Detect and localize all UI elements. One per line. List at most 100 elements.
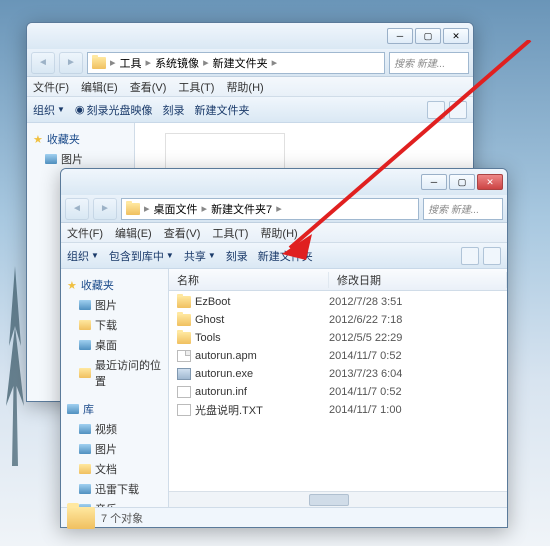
sidebar-item-videos[interactable]: 视频: [65, 419, 164, 439]
menu-tools[interactable]: 工具(T): [212, 225, 248, 241]
tool-burn[interactable]: 刻录: [226, 248, 248, 264]
menu-help[interactable]: 帮助(H): [260, 225, 297, 241]
sidebar-item-downloads[interactable]: 下载: [65, 315, 164, 335]
file-name: autorun.apm: [195, 350, 257, 362]
file-icon: [177, 350, 191, 362]
file-date: 2012/6/22 7:18: [329, 314, 507, 326]
toolbar: 组织 ▼ ◉ 刻录光盘映像 刻录 新建文件夹: [27, 97, 473, 123]
sidebar-item-pictures[interactable]: 图片: [65, 295, 164, 315]
menu-help[interactable]: 帮助(H): [226, 79, 263, 95]
sidebar-item-desktop[interactable]: 桌面: [65, 335, 164, 355]
folder-icon: [177, 296, 191, 308]
horizontal-scrollbar[interactable]: [169, 491, 507, 507]
inf-icon: [177, 386, 191, 398]
menu-bar: 文件(F) 编辑(E) 查看(V) 工具(T) 帮助(H): [27, 77, 473, 97]
sidebar-favorites[interactable]: ★收藏夹: [31, 129, 130, 149]
maximize-button[interactable]: ▢: [449, 174, 475, 190]
file-row[interactable]: autorun.exe2013/7/23 6:04: [169, 365, 507, 383]
file-row[interactable]: autorun.inf 2014/11/7 0:52: [169, 383, 507, 401]
view-options-icon[interactable]: [461, 247, 479, 265]
titlebar[interactable]: ─ ▢ ✕: [27, 23, 473, 49]
videos-icon: [79, 424, 91, 434]
file-row[interactable]: Tools 2012/5/5 22:29: [169, 329, 507, 347]
menu-edit[interactable]: 编辑(E): [115, 225, 152, 241]
sidebar-libraries[interactable]: 库: [65, 399, 164, 419]
file-row[interactable]: Ghost2012/6/22 7:18: [169, 311, 507, 329]
sidebar-item-music[interactable]: 音乐: [65, 499, 164, 507]
breadcrumb-item[interactable]: 新建文件夹: [213, 55, 268, 71]
file-row[interactable]: EzBoot2012/7/28 3:51: [169, 293, 507, 311]
tool-include-library[interactable]: 包含到库中 ▼: [109, 248, 174, 264]
file-row[interactable]: autorun.apm 2014/11/7 0:52: [169, 347, 507, 365]
sidebar-favorites[interactable]: ★收藏夹: [65, 275, 164, 295]
view-options-icon[interactable]: [427, 101, 445, 119]
pictures-icon: [45, 154, 57, 164]
menu-edit[interactable]: 编辑(E): [81, 79, 118, 95]
minimize-button[interactable]: ─: [421, 174, 447, 190]
tool-organize[interactable]: 组织 ▼: [67, 248, 99, 264]
folder-icon: [177, 314, 191, 326]
tool-burn[interactable]: 刻录: [163, 102, 185, 118]
column-name[interactable]: 名称: [169, 272, 329, 288]
file-pane: 名称 修改日期 EzBoot2012/7/28 3:51Ghost2012/6/…: [169, 269, 507, 507]
breadcrumb-item[interactable]: 系统镜像: [155, 55, 199, 71]
sidebar-item-pictures[interactable]: 图片: [31, 149, 130, 169]
menu-view[interactable]: 查看(V): [164, 225, 201, 241]
tool-share[interactable]: 共享 ▼: [184, 248, 216, 264]
status-text: 7 个对象: [101, 510, 143, 526]
folder-icon: [92, 57, 106, 69]
forward-button[interactable]: ►: [59, 52, 83, 74]
search-input[interactable]: 搜索 新建...: [389, 52, 469, 74]
sidebar-item-documents[interactable]: 文档: [65, 459, 164, 479]
file-row[interactable]: 光盘说明.TXT2014/11/7 1:00: [169, 401, 507, 419]
file-date: 2014/11/7 0:52: [329, 350, 507, 362]
txt-icon: [177, 404, 191, 416]
help-icon[interactable]: [449, 101, 467, 119]
address-bar[interactable]: ▸ 工具 ▸ 系统镜像 ▸ 新建文件夹 ▸: [87, 52, 385, 74]
breadcrumb-item[interactable]: 新建文件夹7: [211, 201, 272, 217]
desktop-icon: [79, 340, 91, 350]
file-name: autorun.inf: [195, 386, 247, 398]
folder-icon: [67, 507, 95, 529]
file-date: 2014/11/7 0:52: [329, 386, 507, 398]
tool-burn-disc-image[interactable]: ◉ 刻录光盘映像: [75, 102, 153, 118]
file-name: autorun.exe: [195, 368, 253, 380]
sidebar: ★收藏夹 图片 下载 桌面 最近访问的位置 库 视频 图片 文档 迅雷下载 音乐: [61, 269, 169, 507]
column-date[interactable]: 修改日期: [329, 272, 507, 288]
nav-bar: ◄ ► ▸ 桌面文件 ▸ 新建文件夹7 ▸ 搜索 新建...: [61, 195, 507, 223]
sidebar-item-xunlei[interactable]: 迅雷下载: [65, 479, 164, 499]
sidebar-item-recent[interactable]: 最近访问的位置: [65, 355, 164, 391]
forward-button[interactable]: ►: [93, 198, 117, 220]
star-icon: ★: [67, 279, 77, 292]
search-input[interactable]: 搜索 新建...: [423, 198, 503, 220]
menu-view[interactable]: 查看(V): [130, 79, 167, 95]
sidebar-item-pictures[interactable]: 图片: [65, 439, 164, 459]
titlebar[interactable]: ─ ▢ ✕: [61, 169, 507, 195]
file-date: 2012/5/5 22:29: [329, 332, 507, 344]
exe-icon: [177, 368, 191, 380]
close-button[interactable]: ✕: [443, 28, 469, 44]
tool-new-folder[interactable]: 新建文件夹: [258, 248, 313, 264]
menu-file[interactable]: 文件(F): [67, 225, 103, 241]
documents-icon: [79, 464, 91, 474]
help-icon[interactable]: [483, 247, 501, 265]
maximize-button[interactable]: ▢: [415, 28, 441, 44]
close-button[interactable]: ✕: [477, 174, 503, 190]
downloads-icon: [79, 320, 91, 330]
explorer-window-front: ─ ▢ ✕ ◄ ► ▸ 桌面文件 ▸ 新建文件夹7 ▸ 搜索 新建... 文件(…: [60, 168, 508, 528]
back-button[interactable]: ◄: [31, 52, 55, 74]
address-bar[interactable]: ▸ 桌面文件 ▸ 新建文件夹7 ▸: [121, 198, 419, 220]
breadcrumb-item[interactable]: 桌面文件: [154, 201, 198, 217]
file-name: Tools: [195, 332, 221, 344]
file-date: 2014/11/7 1:00: [329, 404, 507, 416]
minimize-button[interactable]: ─: [387, 28, 413, 44]
back-button[interactable]: ◄: [65, 198, 89, 220]
menu-file[interactable]: 文件(F): [33, 79, 69, 95]
tool-organize[interactable]: 组织 ▼: [33, 102, 65, 118]
file-list[interactable]: EzBoot2012/7/28 3:51Ghost2012/6/22 7:18T…: [169, 291, 507, 491]
breadcrumb-item[interactable]: 工具: [120, 55, 142, 71]
menu-bar: 文件(F) 编辑(E) 查看(V) 工具(T) 帮助(H): [61, 223, 507, 243]
tool-new-folder[interactable]: 新建文件夹: [195, 102, 250, 118]
menu-tools[interactable]: 工具(T): [178, 79, 214, 95]
scrollbar-thumb[interactable]: [309, 494, 349, 506]
